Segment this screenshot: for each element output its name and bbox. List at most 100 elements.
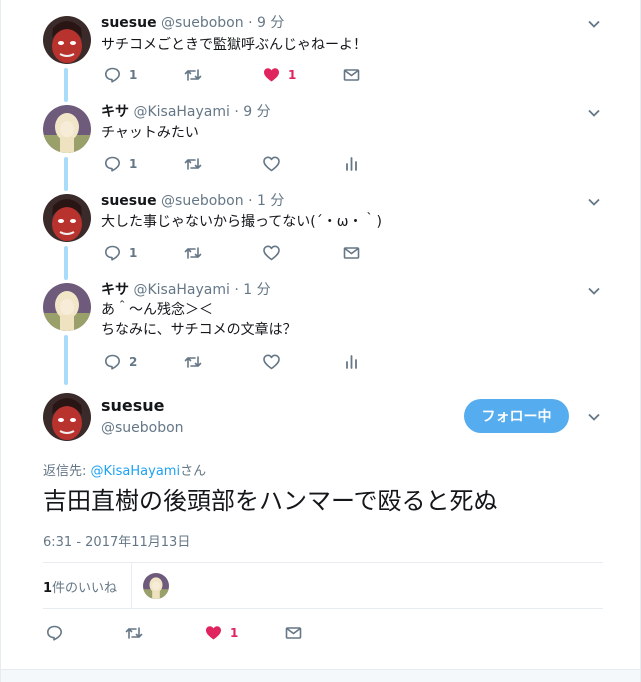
chevron-down-icon[interactable] — [587, 410, 601, 424]
separator: · — [248, 193, 253, 209]
like-count: 1 — [288, 68, 297, 82]
like-count: 1 — [230, 626, 239, 640]
retweet-button[interactable] — [125, 624, 151, 642]
timestamp[interactable]: 1 分 — [257, 193, 284, 209]
mail-icon — [285, 627, 302, 639]
timestamp[interactable]: 1 分 — [243, 282, 270, 298]
like-button[interactable]: 1 — [263, 66, 296, 84]
reply-context: 返信先: @KisaHayamiさん — [43, 460, 206, 479]
chevron-down-icon[interactable] — [587, 195, 601, 209]
reply-prefix: 返信先: — [43, 464, 91, 479]
display-name[interactable]: キサ — [101, 104, 129, 120]
likes-stat[interactable]: 1件のいいね — [43, 577, 117, 596]
reply-count: 1 — [129, 157, 138, 171]
likes-label: 件のいいね — [52, 581, 118, 596]
user-handle[interactable]: @KisaHayami — [133, 282, 229, 298]
avatar-kisa[interactable] — [43, 105, 91, 153]
separator: · — [234, 104, 239, 120]
reply-icon — [105, 156, 120, 172]
reply-button[interactable]: 1 — [104, 244, 137, 262]
heart-icon — [263, 354, 280, 370]
retweet-button[interactable] — [184, 353, 210, 371]
heart-icon — [263, 245, 280, 261]
thread-connector — [64, 335, 68, 385]
heart-icon — [263, 156, 280, 172]
like-button[interactable]: 1 — [205, 624, 238, 642]
conversation-card: suesue @suebobon · 9 分 サチコメごときで監獄呼ぶんじゃねー… — [0, 0, 641, 682]
reply-suffix: さん — [180, 464, 207, 479]
user-handle[interactable]: @KisaHayami — [133, 104, 229, 120]
display-name[interactable]: suesue — [101, 193, 157, 209]
chevron-down-icon[interactable] — [587, 106, 601, 120]
tweet-header: キサ @KisaHayami · 1 分 — [101, 281, 271, 299]
retweet-button[interactable] — [184, 244, 210, 262]
reply-mention-link[interactable]: @KisaHayami — [91, 464, 181, 479]
following-button[interactable]: フォロー中 — [464, 399, 569, 433]
reply-button[interactable]: 2 — [104, 353, 137, 371]
liker-avatar[interactable] — [143, 573, 169, 599]
user-handle[interactable]: @suebobon — [161, 193, 244, 209]
heart-filled-icon — [264, 68, 279, 82]
chevron-down-icon[interactable] — [587, 17, 601, 31]
footer-strip — [1, 669, 640, 682]
divider — [131, 563, 132, 608]
avatar-suesue[interactable] — [43, 16, 91, 64]
display-name[interactable]: キサ — [101, 282, 129, 298]
avatar-suesue[interactable] — [43, 393, 91, 441]
reply-icon — [47, 625, 62, 641]
retweet-button[interactable] — [184, 66, 210, 84]
reply-count: 2 — [129, 355, 138, 369]
mail-icon — [343, 247, 360, 259]
direct-message-button[interactable] — [343, 66, 360, 84]
thread-connector — [64, 157, 68, 191]
separator: · — [234, 282, 239, 298]
timestamp[interactable]: 9 分 — [243, 104, 270, 120]
reply-icon — [105, 67, 120, 83]
tweet-text-line: あ＾〜ん残念＞＜ — [101, 302, 213, 318]
heart-filled-icon — [206, 626, 221, 640]
like-button[interactable] — [263, 244, 288, 262]
avatar-suesue[interactable] — [43, 194, 91, 242]
main-tweet-text: 吉田直樹の後頭部をハンマーで殴ると死ぬ — [43, 487, 498, 515]
analytics-icon — [346, 157, 357, 171]
chevron-down-icon[interactable] — [587, 284, 601, 298]
user-handle[interactable]: @suebobon — [101, 420, 184, 436]
tweet-timestamp[interactable]: 6:31 - 2017年11月13日 — [43, 531, 190, 550]
like-button[interactable] — [263, 353, 288, 371]
tweet-text: チャットみたい — [101, 125, 199, 141]
reply-button[interactable]: 1 — [104, 66, 137, 84]
timestamp[interactable]: 9 分 — [257, 15, 284, 31]
analytics-button[interactable] — [343, 155, 360, 173]
display-name[interactable]: suesue — [101, 396, 165, 415]
tweet-header: キサ @KisaHayami · 9 分 — [101, 103, 271, 121]
analytics-icon — [346, 355, 357, 369]
reply-icon — [105, 354, 120, 370]
user-handle[interactable]: @suebobon — [161, 15, 244, 31]
divider — [43, 608, 603, 609]
tweet-header: suesue @suebobon · 1 分 — [101, 192, 284, 210]
retweet-icon — [125, 627, 143, 639]
reply-button[interactable]: 1 — [104, 155, 137, 173]
retweet-icon — [184, 247, 202, 259]
tweet-text: 大した事じゃないから撮ってない(´・ω・｀) — [101, 214, 382, 230]
mail-icon — [343, 69, 360, 81]
retweet-button[interactable] — [184, 155, 210, 173]
retweet-icon — [184, 158, 202, 170]
reply-button[interactable] — [46, 624, 71, 642]
tweet-text-line: ちなみに、サチコメの文章は？ — [101, 322, 297, 338]
retweet-icon — [184, 69, 202, 81]
tweet-header: suesue @suebobon · 9 分 — [101, 14, 284, 32]
reply-icon — [105, 245, 120, 261]
avatar-kisa[interactable] — [43, 283, 91, 331]
like-button[interactable] — [263, 155, 288, 173]
display-name[interactable]: suesue — [101, 15, 157, 31]
direct-message-button[interactable] — [285, 624, 302, 642]
analytics-button[interactable] — [343, 353, 360, 371]
reply-count: 1 — [129, 68, 138, 82]
separator: · — [248, 15, 253, 31]
retweet-icon — [184, 356, 202, 368]
direct-message-button[interactable] — [343, 244, 360, 262]
thread-connector — [64, 246, 68, 280]
divider — [43, 562, 603, 563]
reply-count: 1 — [129, 246, 138, 260]
